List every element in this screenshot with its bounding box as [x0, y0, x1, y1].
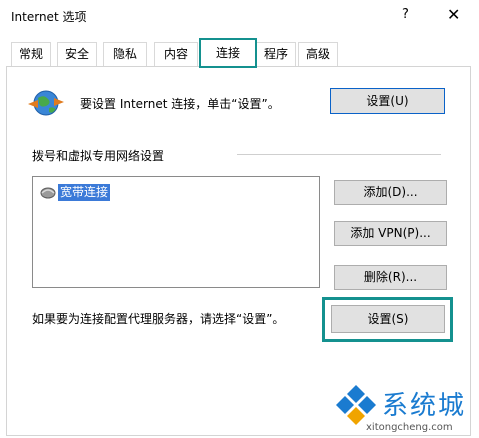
tab-bar: 常规 安全 隐私 内容 连接 程序 高级	[0, 38, 479, 68]
dialup-section-label: 拨号和虚拟专用网络设置	[32, 149, 165, 163]
connection-name: 宽带连接	[58, 183, 111, 201]
proxy-button-highlight	[322, 297, 453, 342]
tab-content[interactable]: 内容	[154, 42, 198, 66]
add-button[interactable]: 添加(D)...	[334, 180, 447, 205]
watermark-logo-icon	[336, 385, 376, 425]
setup-instruction: 要设置 Internet 连接，单击“设置”。	[80, 97, 280, 111]
help-button[interactable]: ?	[402, 7, 409, 22]
tab-privacy[interactable]: 隐私	[103, 42, 147, 66]
connection-list[interactable]: 宽带连接	[32, 176, 320, 288]
tab-programs[interactable]: 程序	[256, 42, 296, 66]
tab-advanced[interactable]: 高级	[298, 42, 338, 66]
section-divider	[237, 154, 441, 155]
title-bar: Internet 选项 ? ✕	[0, 0, 479, 32]
internet-globe-icon	[28, 90, 64, 116]
list-item[interactable]: 宽带连接	[39, 183, 111, 201]
watermark: 系统城 xitongcheng.com	[326, 381, 476, 437]
tab-security[interactable]: 安全	[57, 42, 97, 66]
window-title: Internet 选项	[11, 10, 87, 24]
delete-button[interactable]: 删除(R)...	[334, 265, 447, 290]
watermark-url: xitongcheng.com	[366, 422, 453, 433]
setup-button[interactable]: 设置(U)	[330, 88, 445, 114]
proxy-instruction: 如果要为连接配置代理服务器，请选择“设置”。	[32, 312, 285, 326]
add-vpn-button[interactable]: 添加 VPN(P)...	[334, 221, 447, 246]
tab-general[interactable]: 常规	[11, 42, 51, 66]
broadband-connection-icon	[40, 187, 56, 199]
tab-connections[interactable]: 连接	[199, 38, 257, 68]
watermark-brand: 系统城	[382, 391, 467, 421]
close-button[interactable]: ✕	[447, 5, 460, 24]
